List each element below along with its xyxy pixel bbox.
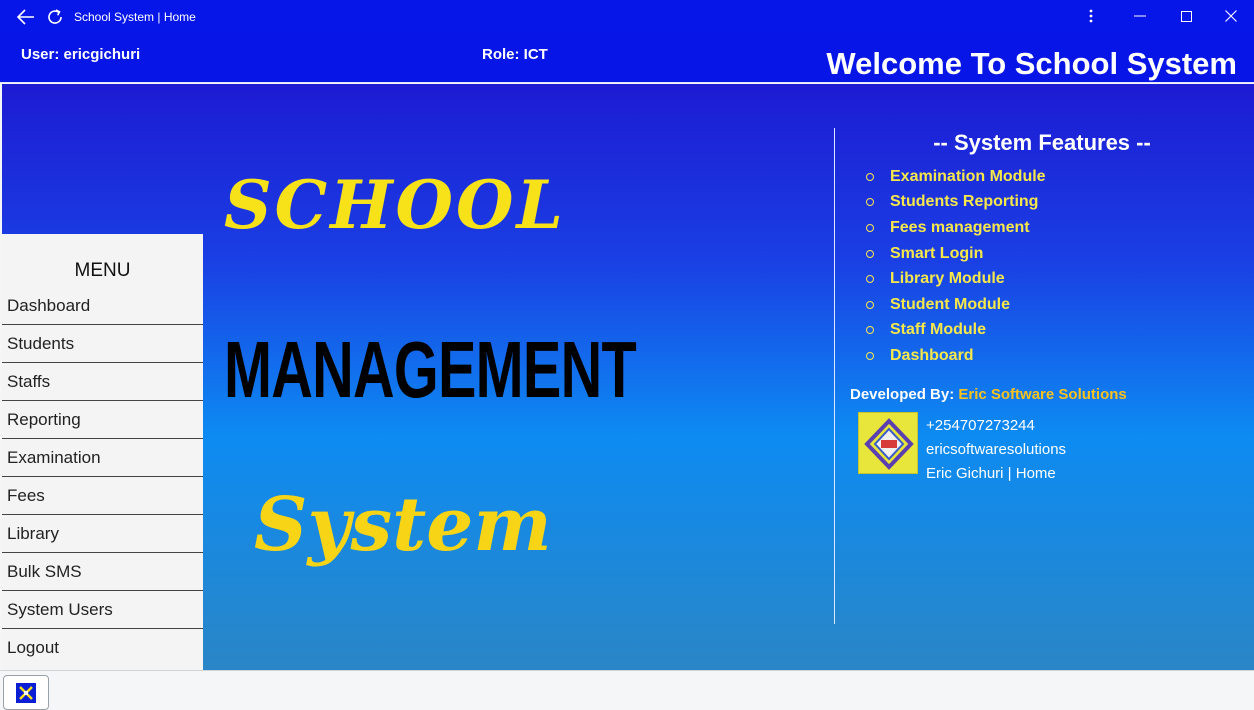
- feature-item: Students Reporting: [866, 190, 1046, 216]
- developer-handle: ericsoftwaresolutions: [926, 441, 1067, 458]
- bullet-icon: [866, 198, 874, 207]
- developer-credit: Developed By: Eric Software Solutions: [850, 386, 1127, 403]
- bullet-icon: [866, 275, 874, 284]
- feature-label: Smart Login: [890, 244, 984, 262]
- menu-item-reporting[interactable]: Reporting: [2, 401, 203, 439]
- refresh-icon[interactable]: [45, 7, 65, 27]
- feature-label: Staff Module: [890, 321, 986, 339]
- bullet-icon: [866, 249, 874, 258]
- menu-item-system-users[interactable]: System Users: [2, 591, 203, 629]
- developer-contacts: +254707273244 ericsoftwaresolutions Eric…: [926, 414, 1066, 486]
- school-app-icon[interactable]: [3, 675, 49, 710]
- developer-logo-icon: [858, 412, 918, 474]
- more-vert-icon[interactable]: [1068, 0, 1114, 32]
- window-title: School System | Home: [74, 10, 196, 24]
- feature-item: Student Module: [866, 292, 1046, 318]
- app-header: User: ericgichuri Role: ICT Welcome To S…: [0, 34, 1254, 83]
- features-title: -- System Features --: [933, 130, 1151, 155]
- feature-item: Dashboard: [866, 343, 1046, 369]
- features-list: Examination Module Students Reporting Fe…: [866, 164, 1046, 369]
- menu-item-examination[interactable]: Examination: [2, 439, 203, 477]
- developer-label: Developed By:: [850, 386, 955, 403]
- bullet-icon: [866, 351, 874, 360]
- developer-name: Eric Software Solutions: [958, 386, 1127, 403]
- window-titlebar: School System | Home: [0, 0, 1254, 34]
- current-user: User: ericgichuri: [21, 46, 141, 63]
- feature-label: Library Module: [890, 270, 1005, 288]
- feature-item: Examination Module: [866, 164, 1046, 190]
- minimize-icon[interactable]: [1117, 0, 1163, 32]
- menu-item-staffs[interactable]: Staffs: [2, 363, 203, 401]
- feature-label: Dashboard: [890, 346, 974, 364]
- menu-item-fees[interactable]: Fees: [2, 477, 203, 515]
- bullet-icon: [866, 223, 874, 232]
- feature-label: Student Module: [890, 295, 1010, 313]
- current-role: Role: ICT: [482, 46, 548, 63]
- feature-item: Library Module: [866, 266, 1046, 292]
- logo-system-text: System: [254, 482, 552, 568]
- taskbar: [0, 670, 1254, 710]
- back-arrow-icon[interactable]: [16, 7, 36, 27]
- vertical-divider: [834, 128, 835, 624]
- menu-item-bulk-sms[interactable]: Bulk SMS: [2, 553, 203, 591]
- welcome-heading: Welcome To School System: [826, 46, 1237, 81]
- close-icon[interactable]: [1208, 0, 1254, 32]
- bullet-icon: [866, 326, 874, 335]
- maximize-icon[interactable]: [1163, 0, 1209, 32]
- logo-school-text: SCHOOL: [224, 166, 566, 244]
- menu-item-library[interactable]: Library: [2, 515, 203, 553]
- bullet-icon: [866, 172, 874, 181]
- menu-title: MENU: [74, 260, 131, 281]
- feature-label: Examination Module: [890, 167, 1046, 185]
- menu-item-students[interactable]: Students: [2, 325, 203, 363]
- feature-item: Smart Login: [866, 241, 1046, 267]
- menu-item-dashboard[interactable]: Dashboard: [2, 287, 203, 325]
- logo-management-text: MANAGEMENT: [224, 325, 637, 414]
- developer-link[interactable]: Eric Gichuri | Home: [926, 462, 1066, 486]
- side-menu: MENU Dashboard Students Staffs Reporting…: [2, 234, 203, 670]
- developer-phone: +254707273244: [926, 417, 1035, 434]
- menu-item-logout[interactable]: Logout: [2, 629, 203, 667]
- feature-label: Fees management: [890, 218, 1030, 236]
- feature-item: Fees management: [866, 215, 1046, 241]
- feature-label: Students Reporting: [890, 193, 1039, 211]
- feature-item: Staff Module: [866, 318, 1046, 344]
- bullet-icon: [866, 300, 874, 309]
